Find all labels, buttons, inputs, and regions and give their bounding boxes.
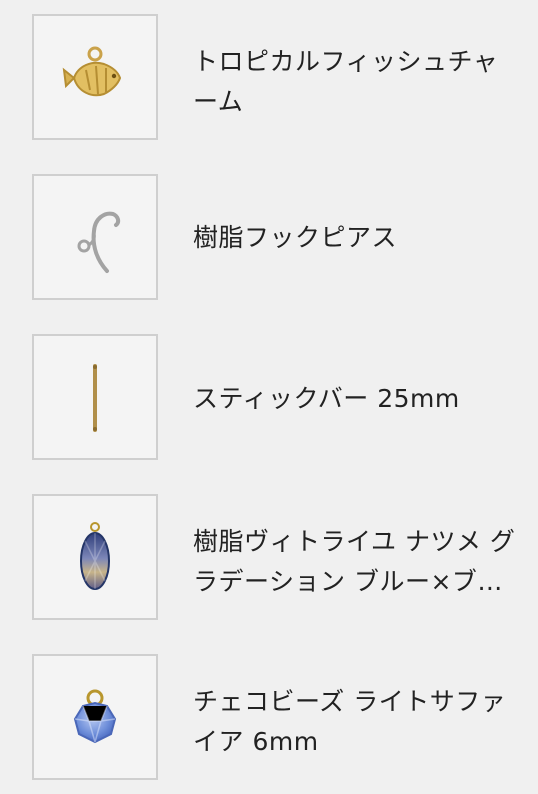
product-item-stick-bar[interactable]: スティックバー 25mm — [0, 334, 538, 462]
product-list: トロピカルフィッシュチャーム 樹脂フックピアス スティックバー 25mm 樹脂ヴ… — [0, 0, 538, 794]
product-thumbnail[interactable] — [32, 494, 158, 620]
product-item-resin-hook-earring[interactable]: 樹脂フックピアス — [0, 174, 538, 302]
product-name: 樹脂ヴィトライユ ナツメ グラデーション ブルー×ブラ… — [193, 527, 516, 596]
product-item-czech-bead[interactable]: チェコビーズ ライトサファイア 6mm — [0, 654, 538, 782]
product-item-resin-vitrail-bead[interactable]: 樹脂ヴィトライユ ナツメ グラデーション ブルー×ブラ… — [0, 494, 538, 622]
product-name: スティックバー 25mm — [193, 384, 460, 413]
product-item-tropical-fish-charm[interactable]: トロピカルフィッシュチャーム — [0, 14, 538, 142]
product-thumbnail[interactable] — [32, 14, 158, 140]
product-name: トロピカルフィッシュチャーム — [193, 47, 499, 116]
vitrail-bead-icon — [80, 522, 110, 590]
product-thumbnail[interactable] — [32, 174, 158, 300]
product-name: チェコビーズ ライトサファイア 6mm — [193, 687, 507, 756]
tropical-fish-charm-icon — [62, 46, 122, 97]
product-thumbnail[interactable] — [32, 654, 158, 780]
product-name: 樹脂フックピアス — [193, 223, 398, 252]
resin-hook-earring-icon — [77, 211, 121, 273]
product-thumbnail[interactable] — [32, 334, 158, 460]
stick-bar-icon — [93, 364, 97, 432]
czech-bead-icon — [73, 689, 117, 744]
